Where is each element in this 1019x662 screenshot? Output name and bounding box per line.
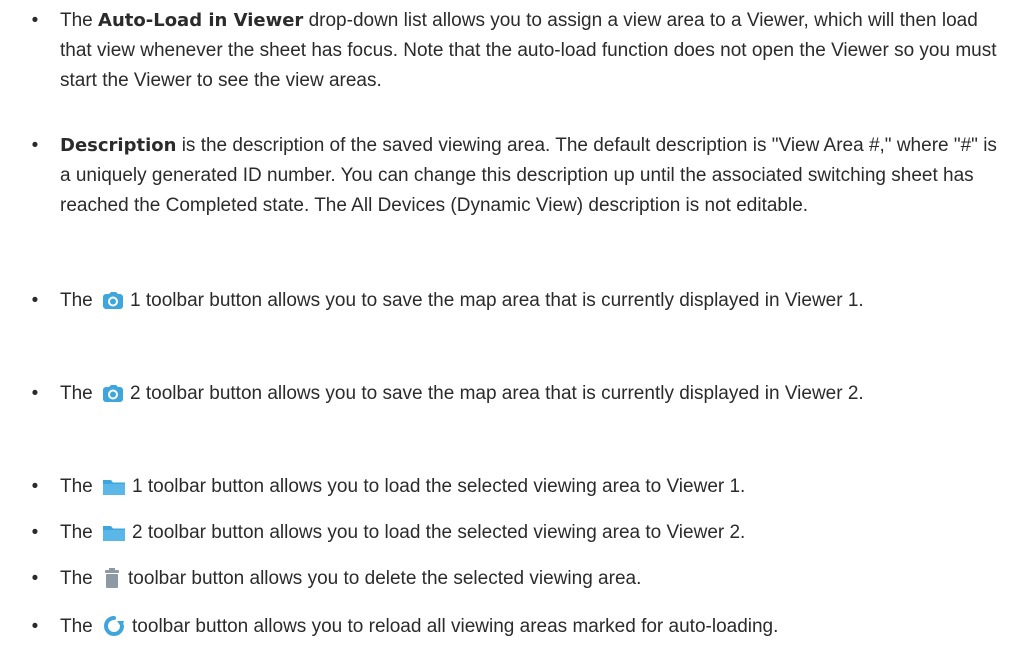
item-pre-text: The	[60, 476, 99, 497]
item-text: The 2 toolbar button allows you to save …	[60, 379, 1007, 414]
camera-icon	[102, 384, 124, 414]
bullet: •	[31, 10, 39, 31]
bullet: •	[31, 383, 39, 404]
bullet: •	[31, 522, 39, 543]
item-bold-term: Description	[60, 135, 177, 156]
item-post-text: 1 toolbar button allows you to load the …	[132, 476, 746, 497]
item-post-text: toolbar button allows you to delete the …	[128, 568, 642, 589]
item-text: The 1 toolbar button allows you to load …	[60, 472, 1007, 507]
item-bold-term: Auto-Load in Viewer	[98, 10, 304, 31]
bullet: •	[31, 290, 39, 311]
bullet: •	[31, 135, 39, 156]
item-post-text: 1 toolbar button allows you to save the …	[130, 290, 864, 311]
item-text: The 1 toolbar button allows you to save …	[60, 286, 1007, 321]
folder-icon	[102, 523, 126, 553]
item-post-text: 2 toolbar button allows you to load the …	[132, 522, 746, 543]
item-post-text: is the description of the saved viewing …	[60, 135, 997, 216]
item-pre-text: The	[60, 10, 99, 31]
item-text: The 2 toolbar button allows you to load …	[60, 518, 1007, 553]
trash-icon	[102, 567, 122, 599]
item-text: The Auto-Load in Viewer drop-down list a…	[60, 6, 1007, 96]
item-text: Description is the description of the sa…	[60, 131, 1007, 221]
item-text: The toolbar button allows you to reload …	[60, 612, 1007, 647]
bullet: •	[31, 568, 39, 589]
item-pre-text: The	[60, 290, 99, 311]
item-post-text: 2 toolbar button allows you to save the …	[130, 383, 864, 404]
item-pre-text: The	[60, 522, 99, 543]
folder-icon	[102, 477, 126, 507]
bullet: •	[31, 476, 39, 497]
bullet: •	[31, 616, 39, 637]
item-post-text: toolbar button allows you to reload all …	[132, 616, 779, 637]
camera-icon	[102, 291, 124, 321]
item-text: The toolbar button allows you to delete …	[60, 564, 1007, 599]
refresh-icon	[102, 615, 126, 647]
item-pre-text: The	[60, 383, 99, 404]
item-pre-text: The	[60, 616, 99, 637]
item-pre-text: The	[60, 568, 99, 589]
